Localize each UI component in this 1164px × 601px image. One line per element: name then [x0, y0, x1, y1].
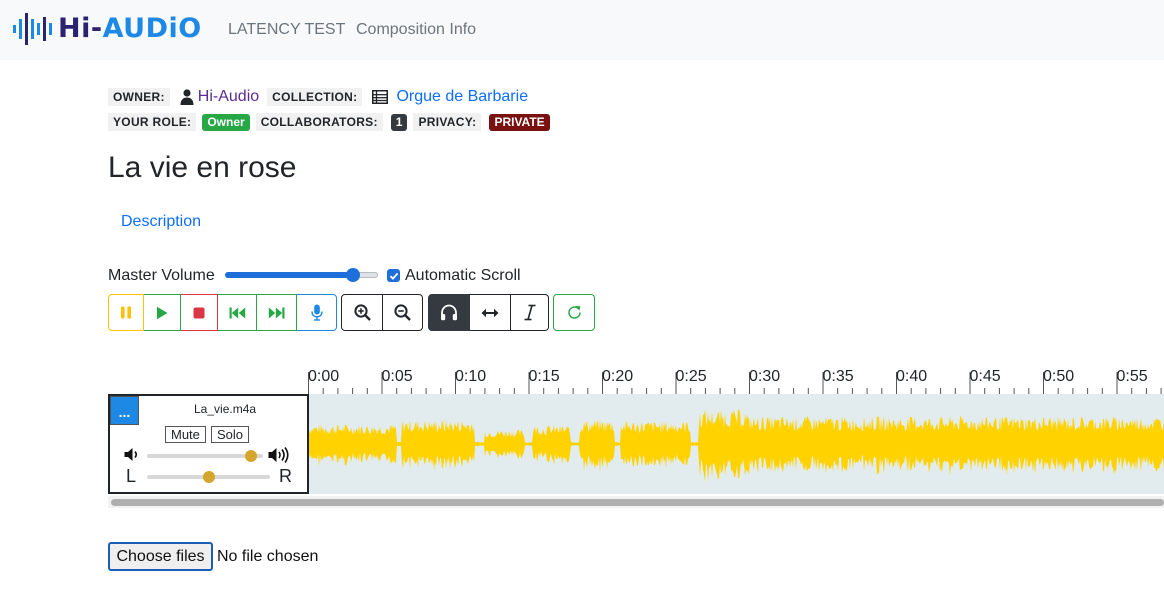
automatic-scroll-checkbox[interactable]	[387, 269, 400, 282]
collection-label: COLLECTION:	[267, 88, 363, 106]
ruler-label: 0:15	[528, 368, 560, 385]
volume-up-icon	[268, 447, 292, 468]
playback-button-group	[108, 294, 337, 331]
track-waveform-area[interactable]	[308, 394, 1164, 494]
owner-label: OWNER:	[108, 88, 170, 106]
logo-dash: -	[90, 13, 103, 44]
master-volume-slider[interactable]	[225, 268, 380, 282]
refresh-icon	[567, 306, 581, 319]
record-button[interactable]	[297, 294, 337, 331]
file-input-status: No file chosen	[217, 548, 319, 565]
zoom-button-group	[341, 294, 423, 331]
collaborators-label: COLLABORATORS:	[255, 113, 383, 131]
pause-button[interactable]	[108, 294, 144, 331]
mode-button-group	[428, 294, 549, 331]
ruler-label: 0:00	[308, 368, 340, 385]
ruler-label: 0:25	[675, 368, 707, 385]
meta-row-role: YOUR ROLE: Owner COLLABORATORS: 1 PRIVAC…	[108, 112, 556, 132]
role-label: YOUR ROLE:	[108, 113, 197, 131]
master-volume-label: Master Volume	[108, 267, 215, 284]
collaborators-count-badge: 1	[390, 113, 408, 131]
tab-description[interactable]: Description	[121, 212, 201, 231]
owner-link[interactable]: Hi-Audio	[198, 88, 259, 106]
stop-icon	[193, 307, 205, 318]
microphone-icon	[310, 304, 323, 321]
play-icon	[157, 306, 168, 319]
skip-back-button[interactable]	[218, 294, 257, 331]
refresh-button-group	[553, 294, 595, 331]
nav-link-latency-test[interactable]: LATENCY TEST	[228, 20, 345, 39]
ruler-label: 0:55	[1116, 368, 1148, 385]
meta-row-owner: OWNER: Hi-Audio COLLECTION: Orgue de Bar…	[108, 87, 528, 107]
automatic-scroll-toggle[interactable]: Automatic Scroll	[387, 266, 521, 285]
track-waveform	[308, 409, 1164, 482]
ruler-label: 0:20	[602, 368, 634, 385]
logo-hi: Hi	[58, 13, 91, 44]
master-volume-thumb[interactable]	[345, 268, 360, 282]
ruler-label: 0:45	[969, 368, 1001, 385]
skip-back-icon	[229, 307, 245, 318]
user-icon	[180, 89, 194, 105]
privacy-badge: PRIVATE	[489, 113, 550, 131]
track-name: La_vie.m4a	[194, 402, 257, 416]
skip-forward-icon	[268, 307, 285, 318]
track-controls: ... La_vie.m4a Mute Solo L R	[108, 394, 309, 494]
composition-title: La vie en rose	[108, 151, 297, 184]
choose-files-button[interactable]: Choose files	[108, 542, 213, 571]
timeline-ruler[interactable]: 0:00 0:05 0:10 0:15 0:20 0:25 0:30 0:35 0:40 0:45…	[308, 364, 1164, 394]
ruler-label: 0:50	[1043, 368, 1075, 385]
navbar: Hi-AUDiO LATENCY TEST Composition Info	[0, 0, 1164, 60]
logo-audio: AUDiO	[102, 13, 202, 44]
hi-audio-logo[interactable]: Hi-AUDiO	[12, 11, 202, 47]
audio-bars-icon	[13, 13, 52, 45]
stop-button[interactable]	[181, 294, 218, 331]
zoom-out-icon	[394, 304, 411, 321]
logo-text: Hi-AUDiO	[58, 11, 202, 47]
solo-button[interactable]: Solo	[211, 426, 250, 443]
select-mode-button[interactable]	[511, 294, 549, 331]
zoom-in-icon	[353, 304, 371, 321]
pan-right-label: R	[279, 466, 292, 486]
play-button[interactable]	[144, 294, 181, 331]
track-menu-button[interactable]: ...	[110, 396, 139, 425]
ruler-label: 0:05	[381, 368, 413, 385]
waveform-shape	[308, 409, 1164, 482]
horizontal-scrollbar[interactable]	[108, 496, 1164, 508]
zoom-out-button[interactable]	[383, 294, 423, 331]
listen-mode-button[interactable]	[428, 294, 470, 331]
refresh-button[interactable]	[553, 294, 595, 331]
ruler-label: 0:40	[896, 368, 928, 385]
zoom-in-button[interactable]	[341, 294, 383, 331]
shift-icon	[481, 308, 499, 317]
headphones-icon	[441, 304, 457, 321]
privacy-label: PRIVACY:	[413, 113, 482, 131]
skip-forward-button[interactable]	[257, 294, 297, 331]
automatic-scroll-label: Automatic Scroll	[405, 267, 521, 284]
table-list-icon	[372, 90, 389, 104]
ruler-label: 0:30	[749, 368, 781, 385]
collection-link[interactable]: Orgue de Barbarie	[396, 88, 528, 106]
volume-down-icon	[124, 447, 140, 467]
cursor-icon	[524, 304, 535, 321]
ruler-ticks	[308, 372, 1162, 394]
track-pan-thumb[interactable]	[202, 471, 215, 483]
ruler-label: 0:35	[822, 368, 854, 385]
pan-left-label: L	[126, 466, 137, 486]
horizontal-scrollbar-thumb[interactable]	[111, 499, 1164, 506]
track-volume-thumb[interactable]	[245, 450, 258, 462]
mute-button[interactable]: Mute	[165, 426, 206, 443]
nav-link-composition-info[interactable]: Composition Info	[356, 20, 476, 39]
master-volume-fill	[225, 272, 353, 278]
pause-icon	[121, 306, 131, 319]
ruler-label: 0:10	[455, 368, 487, 385]
shift-mode-button[interactable]	[470, 294, 511, 331]
role-badge: Owner	[202, 113, 250, 131]
